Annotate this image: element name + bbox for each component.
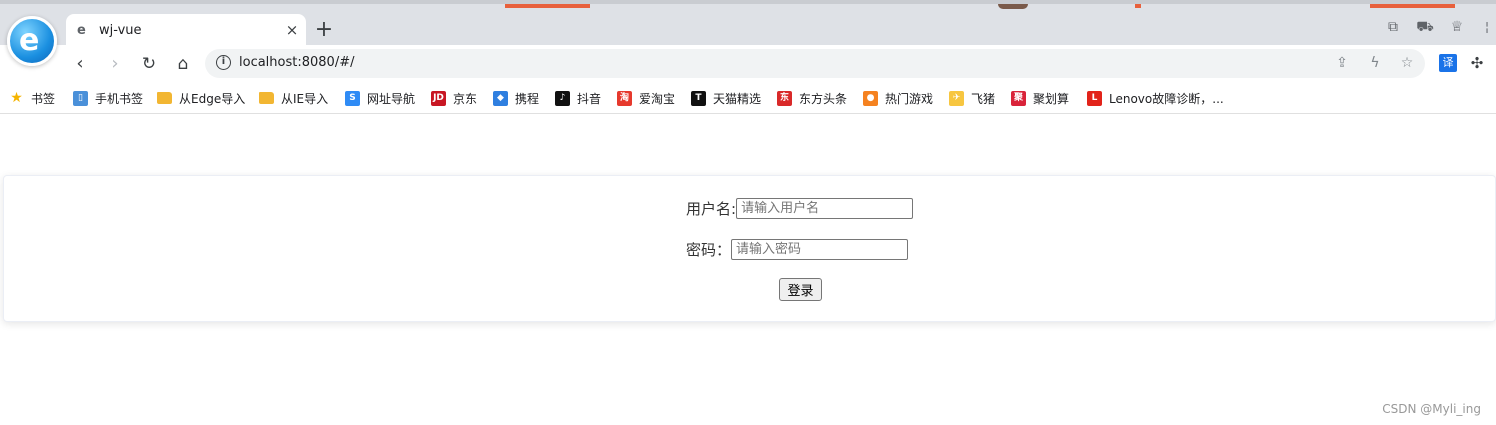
browser-logo-icon[interactable]: e	[7, 16, 57, 66]
close-icon[interactable]: ×	[283, 21, 301, 39]
edge-e-icon: e	[77, 23, 86, 38]
extensions-icon[interactable]: ✣	[1468, 54, 1486, 72]
bookmark-label: 京东	[453, 91, 478, 106]
bookmark-star-icon[interactable]: ☆	[1398, 54, 1416, 72]
bookmark-item[interactable]: 从IE导入	[259, 88, 328, 108]
background-banner-fragment	[1370, 4, 1455, 8]
home-button[interactable]: ⌂	[171, 52, 195, 76]
bookmark-label: 天猫精选	[713, 91, 762, 106]
bookmark-item[interactable]: S 网址导航	[345, 88, 415, 108]
bookmark-label: 爱淘宝	[639, 91, 676, 106]
background-banner-fragment	[505, 4, 590, 8]
dftt-icon: 东方	[777, 90, 792, 106]
bookmark-label: 携程	[515, 91, 540, 106]
tab-search-icon[interactable]: ⧉	[1384, 18, 1402, 36]
background-banner-fragment	[1135, 4, 1141, 8]
incognito-icon[interactable]: ⛟	[1416, 18, 1434, 36]
toolbar: ‹ › ↻ ⌂ i localhost:8080/#/ ⇪ ϟ ☆ 译 ✣	[0, 45, 1496, 82]
shirt-theme-icon[interactable]: ♕	[1448, 18, 1466, 36]
bookmark-item[interactable]: 从Edge导入	[157, 88, 245, 108]
bookmark-label: 东方头条	[799, 91, 848, 106]
bookmark-label: 从Edge导入	[179, 91, 246, 106]
star-icon: ★	[10, 90, 23, 106]
nav-icon: S	[345, 90, 360, 106]
bookmark-item[interactable]: T 天猫精选	[691, 88, 761, 108]
window-menu-icon[interactable]: ¦	[1478, 18, 1496, 36]
bookmark-label: 网址导航	[367, 91, 416, 106]
bookmark-label: 手机书签	[95, 91, 144, 106]
login-form: 用户名: 密码： 登录	[3, 175, 1496, 322]
bookmark-label: 飞猪	[971, 91, 996, 106]
forward-button[interactable]: ›	[103, 52, 127, 76]
username-label: 用户名:	[686, 199, 737, 218]
back-button[interactable]: ‹	[68, 52, 92, 76]
reload-button[interactable]: ↻	[137, 52, 161, 76]
tab-wj-vue[interactable]: e wj-vue ×	[66, 14, 306, 49]
bookmark-item[interactable]: ▯ 手机书签	[73, 88, 143, 108]
background-image-fragment	[998, 4, 1028, 9]
username-input[interactable]	[736, 197, 914, 219]
bookmark-item[interactable]: ✈ 飞猪	[949, 88, 995, 108]
address-url[interactable]: localhost:8080/#/	[239, 55, 354, 70]
bookmark-item[interactable]: 聚聚划算	[1011, 88, 1069, 108]
translate-icon[interactable]: 译	[1439, 54, 1457, 72]
username-row: 用户名:	[686, 197, 914, 219]
share-icon[interactable]: ⇪	[1333, 54, 1351, 72]
page-content: 用户名: 密码： 登录 CSDN @Myli_ing	[0, 115, 1496, 425]
new-tab-button[interactable]: +	[313, 19, 335, 41]
bookmark-item[interactable]: 淘爱淘宝	[617, 88, 675, 108]
douyin-icon: ♪	[555, 90, 570, 106]
taobao-icon: 淘	[617, 90, 632, 106]
bookmark-item[interactable]: ♪ 抖音	[555, 88, 601, 108]
bookmark-item[interactable]: JD 京东	[431, 88, 477, 108]
folder-icon	[259, 92, 274, 104]
bookmark-label: 书签	[31, 91, 56, 106]
bookmark-item[interactable]: ★ 书签	[9, 88, 55, 108]
tab-title: wj-vue	[99, 23, 142, 38]
bookmarks-bar: ★ 书签 ▯ 手机书签 从Edge导入 从IE导入 S 网址导航 JD 京东 ◆ 携程 ♪ 抖音淘爱淘宝 T…	[0, 82, 1496, 114]
password-input[interactable]	[731, 238, 909, 260]
password-row: 密码：	[686, 238, 909, 260]
bookmark-label: 抖音	[577, 91, 602, 106]
lightning-icon[interactable]: ϟ	[1366, 54, 1384, 72]
address-bar[interactable]: i localhost:8080/#/ ⇪ ϟ ☆	[205, 49, 1425, 78]
tab-strip: e wj-vue × + ⧉ ⛟ ♕ ¦	[0, 0, 1496, 49]
bookmark-item[interactable]: ◆ 携程	[493, 88, 539, 108]
bookmark-label: Lenovo故障诊断，...	[1109, 91, 1224, 106]
folder-icon	[157, 92, 172, 104]
bookmark-label: 从IE导入	[281, 91, 329, 106]
login-button[interactable]: 登录	[779, 278, 822, 301]
bookmark-item[interactable]: 东方东方头条	[777, 88, 847, 108]
fliggy-icon: ✈	[949, 90, 964, 106]
phone-icon: ▯	[73, 90, 88, 106]
jd-icon: JD	[431, 90, 446, 106]
game-icon: ●	[863, 90, 878, 106]
juhuasuan-icon: 聚	[1011, 90, 1026, 106]
bookmark-item[interactable]: ● 热门游戏	[863, 88, 933, 108]
bookmark-label: 聚划算	[1033, 91, 1070, 106]
bookmark-item[interactable]: L Lenovo故障诊断，...	[1087, 88, 1224, 108]
bookmark-label: 热门游戏	[885, 91, 934, 106]
site-info-icon[interactable]: i	[216, 55, 231, 70]
tmall-icon: T	[691, 90, 706, 106]
watermark: CSDN @Myli_ing	[1382, 402, 1481, 416]
lenovo-icon: L	[1087, 90, 1102, 106]
browser-window: e wj-vue × + ⧉ ⛟ ♕ ¦ e ‹ › ↻ ⌂ i localho…	[0, 0, 1496, 425]
password-label: 密码：	[686, 240, 732, 259]
ctrip-icon: ◆	[493, 90, 508, 106]
